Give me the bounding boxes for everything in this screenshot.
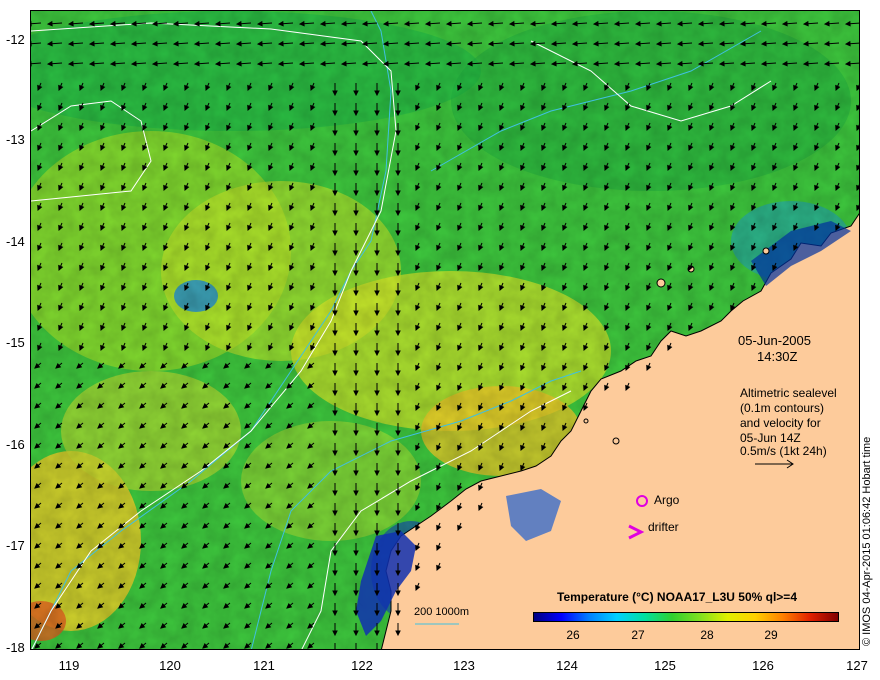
x-tick-label: 119: [58, 658, 80, 673]
velocity-arrowhead: [856, 164, 859, 172]
colorbar-tick: 28: [700, 628, 714, 642]
x-tick-label: 125: [654, 658, 676, 673]
depth-legend-label: 200 1000m: [414, 606, 470, 618]
legend-line: 05-Jun 14Z: [740, 431, 801, 445]
y-tick-label: -18: [6, 640, 25, 655]
x-tick-label: 123: [453, 658, 475, 673]
credit-text: © IMOS 04-Apr-2015 01:06:42 Hobart time: [861, 436, 873, 646]
map-canvas: [31, 11, 859, 649]
y-tick-label: -13: [6, 132, 25, 147]
velocity-arrowhead: [856, 124, 859, 132]
x-tick-label: 121: [253, 658, 275, 673]
x-tick-label: 120: [159, 658, 181, 673]
map-date: 05-Jun-2005: [738, 333, 811, 348]
y-tick-label: -17: [6, 538, 25, 553]
colorbar-tick: 29: [764, 628, 778, 642]
legend-line: and velocity for: [740, 416, 821, 430]
x-tick-label: 122: [351, 658, 373, 673]
colorbar-title: Temperature (°C) NOAA17_L3U 50% ql>=4: [557, 590, 797, 604]
legend-line: Altimetric sealevel: [740, 386, 837, 400]
colorbar-tick: 27: [631, 628, 645, 642]
map-time: 14:30Z: [757, 349, 798, 364]
velocity-arrowhead: [856, 204, 859, 212]
x-tick-label: 127: [846, 658, 868, 673]
drifter-label: drifter: [648, 520, 679, 534]
velocity-arrowhead: [856, 84, 859, 92]
y-tick-label: -14: [6, 234, 25, 249]
y-tick-label: -16: [6, 437, 25, 452]
temperature-colorbar: [533, 612, 839, 622]
velocity-arrowhead: [856, 104, 859, 112]
x-tick-label: 126: [752, 658, 774, 673]
colorbar-tick: 26: [566, 628, 580, 642]
y-tick-label: -15: [6, 335, 25, 350]
sst-map: [30, 10, 860, 650]
legend-line: (0.1m contours): [740, 401, 825, 415]
velocity-arrowhead: [856, 144, 859, 152]
argo-label: Argo: [654, 493, 680, 507]
velocity-arrowhead: [856, 184, 859, 192]
x-tick-label: 124: [556, 658, 578, 673]
legend-scale: 0.5m/s (1kt 24h): [740, 444, 827, 458]
y-tick-label: -12: [6, 32, 25, 47]
